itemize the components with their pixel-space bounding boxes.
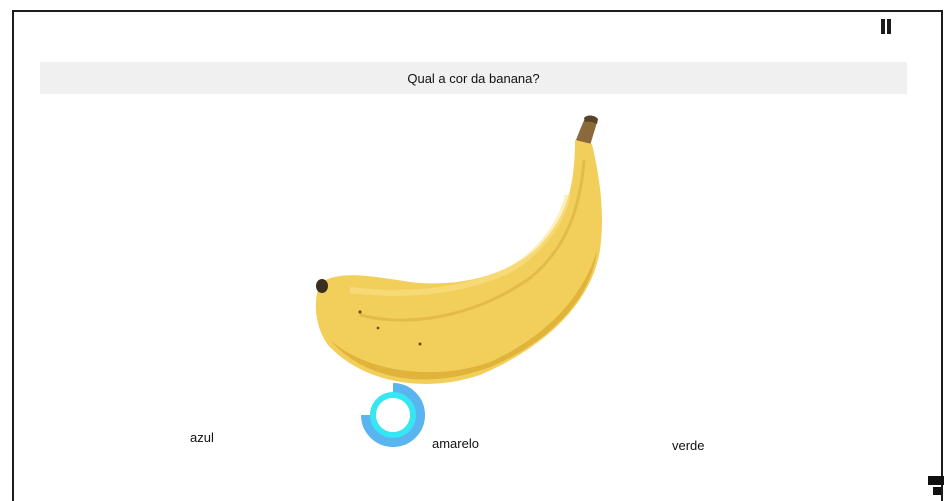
banana-image xyxy=(315,115,603,384)
pause-bar-right xyxy=(887,19,891,34)
answer-option-amarelo[interactable]: amarelo xyxy=(432,436,479,451)
pause-button[interactable] xyxy=(879,19,893,35)
answer-option-verde[interactable]: verde xyxy=(672,438,705,453)
pause-bar-left xyxy=(881,19,885,34)
question-bar: Qual a cor da banana? xyxy=(40,62,907,94)
layout-toggle-icon[interactable] xyxy=(928,476,944,498)
answer-option-azul[interactable]: azul xyxy=(190,430,214,445)
gaze-progress-ring-icon xyxy=(361,383,425,447)
question-text: Qual a cor da banana? xyxy=(407,70,540,86)
